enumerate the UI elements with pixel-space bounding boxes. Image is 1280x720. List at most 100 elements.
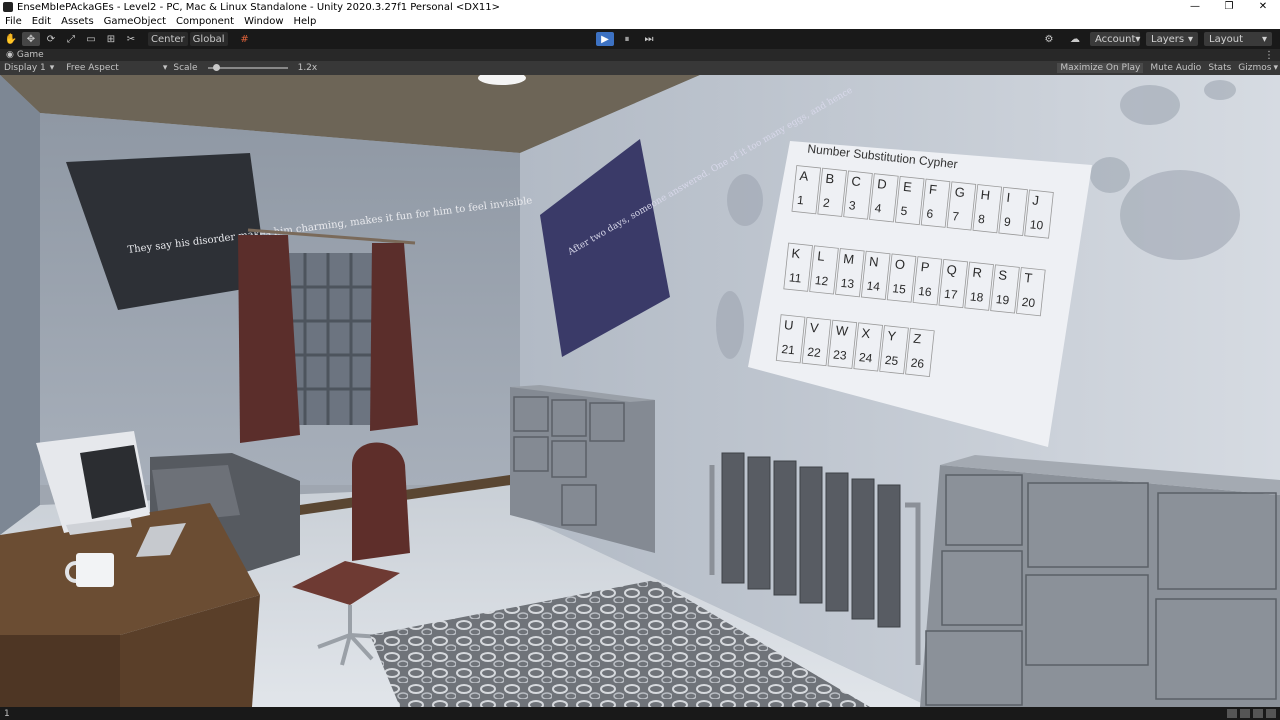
menu-bar: File Edit Assets GameObject Component Wi… [0, 14, 1280, 29]
status-icon[interactable] [1240, 709, 1250, 718]
account-dropdown[interactable]: Account ▾ [1090, 32, 1140, 46]
rotate-tool-icon[interactable]: ⟳ [42, 32, 60, 46]
aspect-dropdown[interactable]: Free Aspect [66, 63, 119, 73]
cypher-number: 24 [858, 350, 873, 365]
play-button[interactable]: ▶ [596, 32, 614, 46]
cypher-number: 16 [918, 284, 933, 299]
cypher-letter: W [835, 323, 849, 339]
mute-audio-toggle[interactable]: Mute Audio [1150, 63, 1201, 73]
stats-toggle[interactable]: Stats [1208, 63, 1231, 73]
cypher-letter: M [843, 251, 855, 267]
display-dropdown[interactable]: Display 1 [4, 63, 46, 73]
scale-slider-handle[interactable] [212, 64, 220, 71]
rect-tool-icon[interactable]: ▭ [82, 32, 100, 46]
status-icon[interactable] [1266, 709, 1276, 718]
game-tab-row: ◉ Game ⋮ [0, 49, 1280, 61]
status-icon[interactable] [1253, 709, 1263, 718]
pause-button[interactable]: ⏸ [618, 32, 636, 46]
move-tool-icon[interactable]: ✥ [22, 32, 40, 46]
scale-tool-icon[interactable]: ⤢ [62, 32, 80, 46]
cypher-number: 26 [910, 356, 925, 371]
cypher-number: 23 [832, 347, 847, 362]
global-label: Global [192, 33, 225, 45]
layers-dropdown[interactable]: Layers ▾ [1146, 32, 1198, 46]
gizmos-dropdown[interactable]: Gizmos [1238, 63, 1271, 73]
filing-cabinet-right [920, 465, 1280, 707]
menu-help[interactable]: Help [294, 16, 317, 27]
window-title-bar: EnseMbIePAckaGEs - Level2 - PC, Mac & Li… [0, 0, 1280, 14]
cypher-number: 14 [866, 279, 881, 294]
cypher-letter: B [825, 171, 835, 187]
layout-label: Layout [1209, 33, 1243, 45]
menu-gameobject[interactable]: GameObject [104, 16, 166, 27]
step-button[interactable]: ⏭ [640, 32, 658, 46]
maximize-on-play-toggle[interactable]: Maximize On Play [1057, 63, 1144, 73]
chevron-down-icon: ▾ [1187, 33, 1193, 45]
cypher-number: 20 [1021, 295, 1036, 310]
menu-edit[interactable]: Edit [32, 16, 51, 27]
cypher-letter: H [980, 187, 991, 203]
cypher-letter: T [1024, 270, 1034, 286]
menu-assets[interactable]: Assets [61, 16, 94, 27]
cypher-number: 22 [807, 345, 822, 360]
menu-window[interactable]: Window [244, 16, 283, 27]
chevron-down-icon: ▾ [1261, 33, 1267, 45]
tab-menu-icon[interactable]: ⋮ [1264, 50, 1274, 61]
game-controller-icon: ◉ [6, 50, 14, 60]
center-label: Center [151, 33, 185, 45]
scale-value: 1.2x [297, 63, 318, 73]
cypher-letter: G [954, 184, 966, 200]
cypher-letter: D [877, 176, 888, 192]
close-button[interactable]: ✕ [1246, 0, 1280, 14]
cypher-letter: P [920, 259, 930, 275]
hand-tool-icon[interactable]: ✋ [2, 32, 20, 46]
cypher-letter: U [783, 317, 794, 333]
left-wall [0, 75, 40, 535]
cypher-number: 19 [995, 292, 1010, 307]
status-icon[interactable] [1227, 709, 1237, 718]
cypher-letter: R [972, 265, 983, 281]
tab-game[interactable]: ◉ Game [6, 50, 44, 60]
main-toolbar: ✋ ✥ ⟳ ⤢ ▭ ⊞ ✂ Center Global # ▶ ⏸ ⏭ ⚙ ☁ … [0, 29, 1280, 49]
cypher-letter: F [928, 182, 938, 198]
game-viewport[interactable]: They say his disorder makes him charming… [0, 75, 1280, 707]
chevron-down-icon: ▾ [162, 63, 168, 73]
chevron-down-icon: ▾ [1273, 63, 1278, 73]
cypher-letter: N [868, 254, 879, 270]
menu-file[interactable]: File [5, 16, 22, 27]
cypher-number: 17 [943, 287, 958, 302]
cypher-number: 12 [814, 273, 829, 288]
window-title: EnseMbIePAckaGEs - Level2 - PC, Mac & Li… [17, 1, 500, 13]
office-chair-back [352, 442, 410, 561]
cloud-icon[interactable]: ☁ [1066, 32, 1084, 46]
pivot-global-toggle[interactable]: Global [189, 32, 228, 46]
menu-component[interactable]: Component [176, 16, 234, 27]
coffee-mug [76, 553, 114, 587]
scale-label: Scale [173, 63, 198, 73]
cypher-number: 10 [1029, 217, 1044, 232]
status-bar: 1 [0, 707, 1280, 720]
grid-snap-icon[interactable]: # [236, 32, 254, 46]
cypher-number: 15 [892, 281, 907, 296]
cypher-number: 13 [840, 276, 855, 291]
custom-tool-icon[interactable]: ✂ [122, 32, 140, 46]
account-label: Account [1095, 33, 1136, 45]
cypher-letter: Z [913, 331, 923, 347]
pivot-center-toggle[interactable]: Center [148, 32, 188, 46]
transform-tool-icon[interactable]: ⊞ [102, 32, 120, 46]
minimize-button[interactable]: — [1178, 0, 1212, 14]
cypher-number: 21 [781, 342, 796, 357]
layout-dropdown[interactable]: Layout ▾ [1204, 32, 1272, 46]
chevron-down-icon: ▾ [1135, 33, 1141, 45]
game-view-toolbar: Display 1 ▾ Free Aspect ▾ Scale 1.2x Max… [0, 61, 1280, 75]
scale-slider[interactable] [207, 64, 288, 71]
cypher-letter: O [894, 256, 906, 272]
status-text: 1 [4, 708, 10, 719]
maximize-button[interactable]: ❐ [1212, 0, 1246, 14]
chevron-down-icon: ▾ [49, 63, 55, 73]
services-gear-icon[interactable]: ⚙ [1040, 32, 1058, 46]
cypher-number: 11 [788, 270, 802, 285]
cypher-letter: C [851, 173, 862, 189]
unity-logo-icon [3, 2, 13, 12]
tab-game-label: Game [16, 50, 44, 60]
